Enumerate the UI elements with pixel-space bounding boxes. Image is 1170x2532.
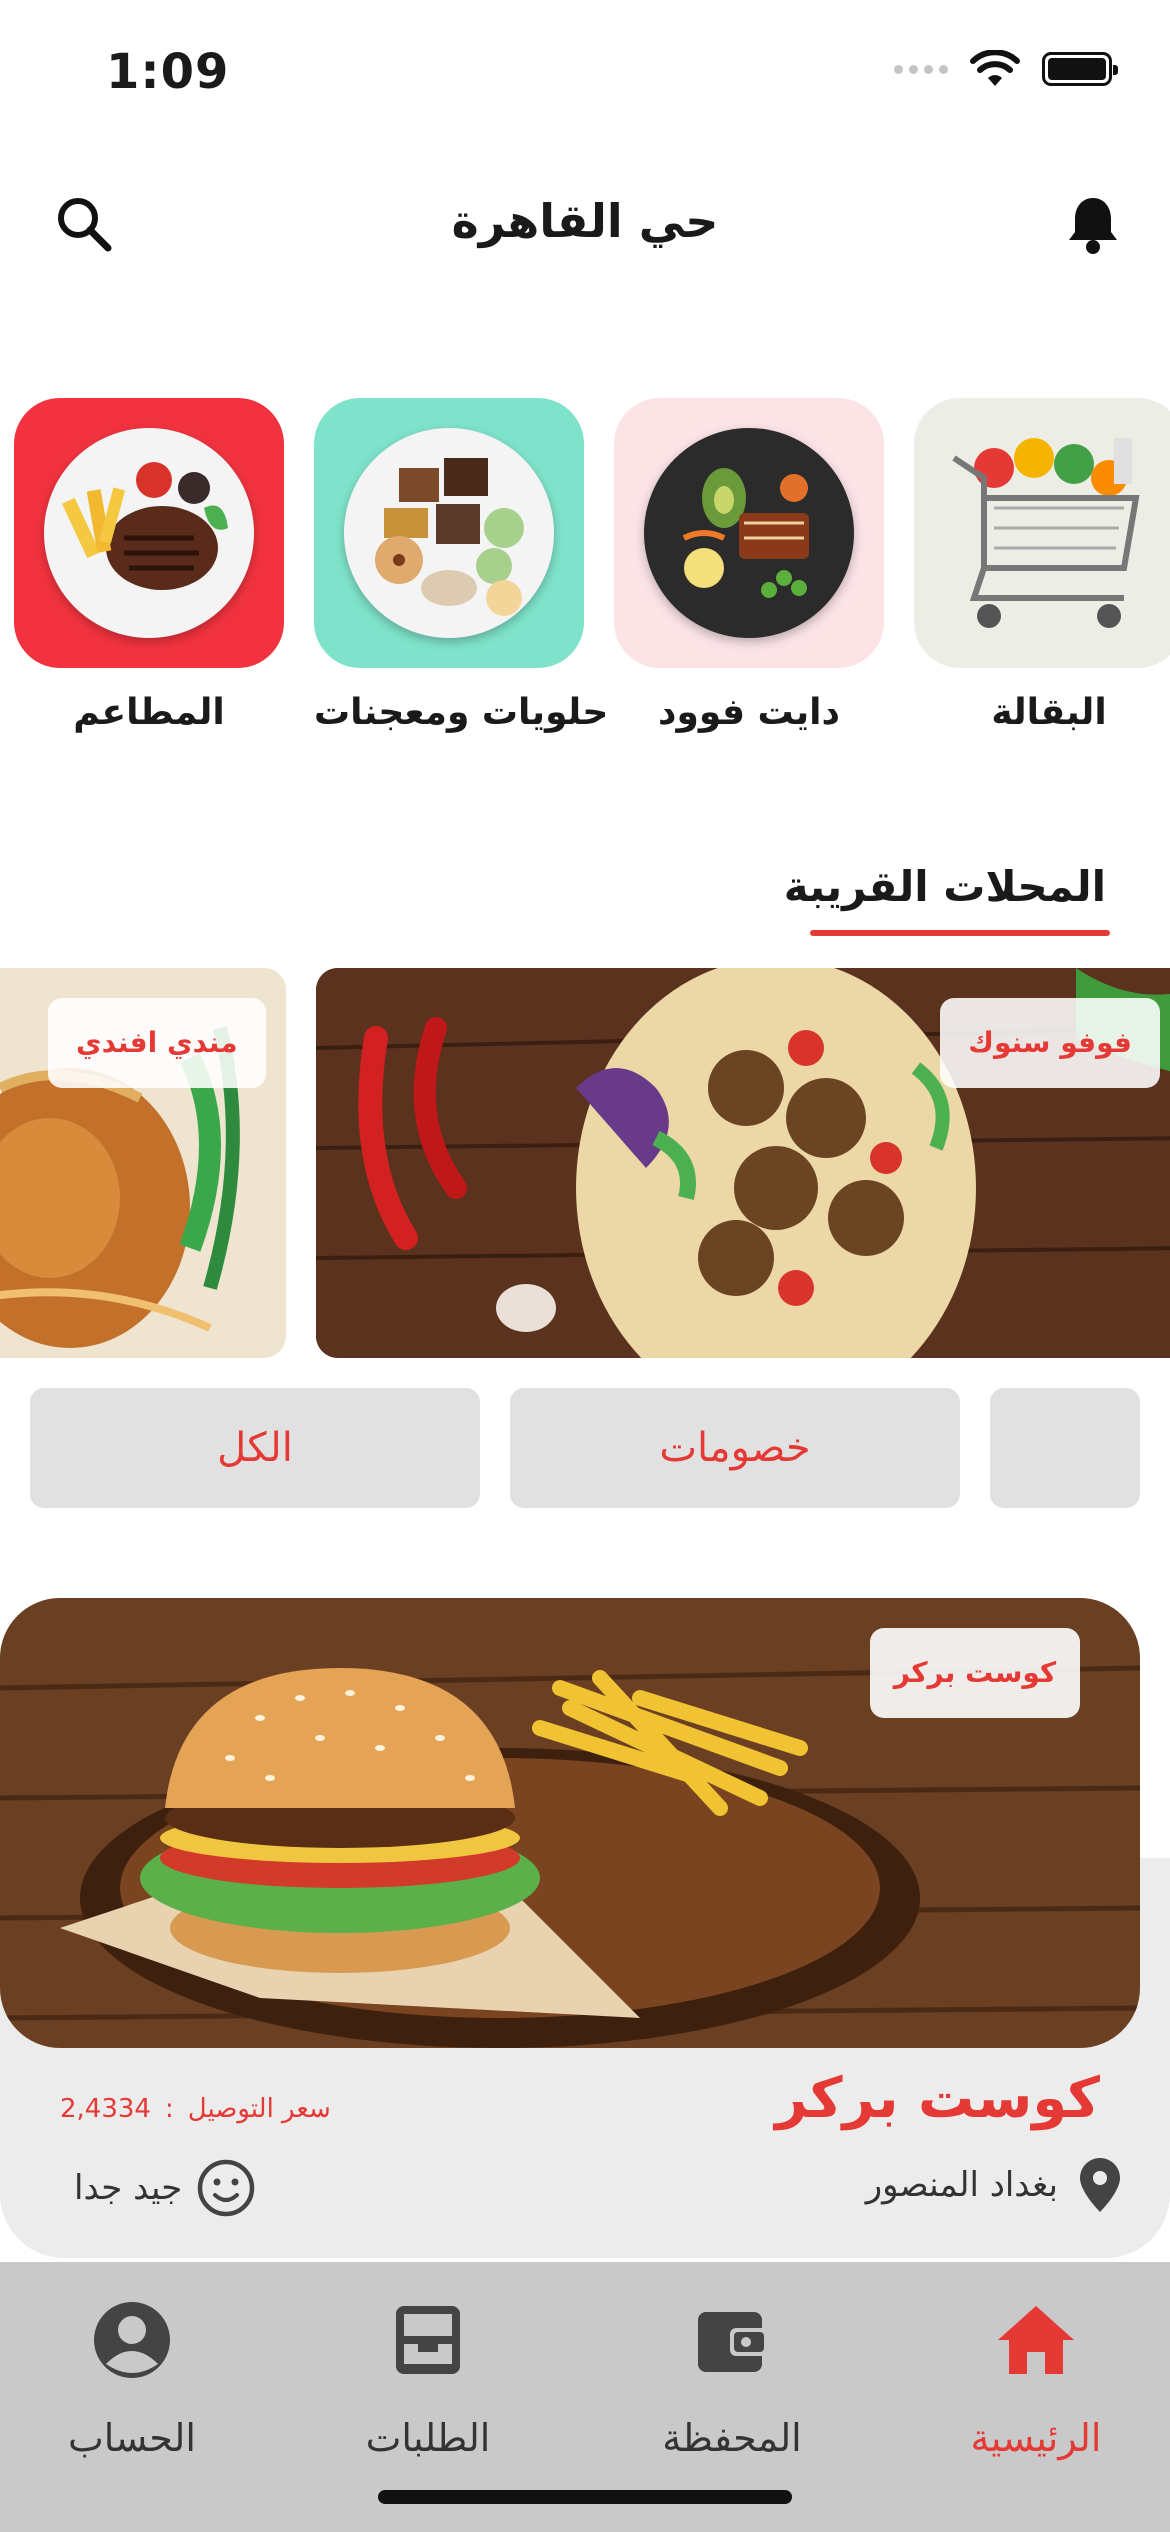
delivery-price-value: 2,4334 — [60, 2094, 151, 2124]
section-underline — [810, 930, 1110, 936]
category-label: البقالة — [991, 692, 1107, 733]
wallet-icon — [698, 2312, 768, 2372]
shopping-cart-image — [952, 438, 1140, 628]
tab-label: الرئيسية — [970, 2416, 1102, 2460]
restaurant-card[interactable]: كوست بركر كوست بركر 2,4334 : سعر التوصيل… — [0, 1598, 1170, 2258]
category-diet-food[interactable]: دايت فوود — [614, 398, 884, 733]
tab-label: الطلبات — [365, 2416, 491, 2460]
category-grocery[interactable]: البقالة — [914, 398, 1170, 733]
restaurant-location: بغداد المنصور — [866, 2158, 1120, 2212]
delivery-price-separator: : — [164, 2094, 174, 2124]
tab-orders[interactable]: الطلبات — [318, 2298, 538, 2460]
category-image — [14, 398, 284, 668]
steak-plate-image — [44, 428, 254, 638]
category-image — [314, 398, 584, 668]
page-title: حي القاهرة — [451, 194, 719, 248]
category-image — [614, 398, 884, 668]
category-image — [914, 398, 1170, 668]
sweets-plate-image — [344, 428, 554, 638]
status-icons — [894, 50, 1118, 88]
shop-name-tag: مندي افندي — [48, 998, 266, 1088]
tab-label: المحفظة — [662, 2416, 802, 2460]
wifi-icon — [970, 50, 1020, 86]
restaurant-rating: جيد جدا — [74, 2158, 256, 2218]
restaurant-name: كوست بركر — [775, 2066, 1100, 2131]
category-list: المطاعم حلويات ومعجنات دايت فوود البقالة — [0, 398, 1170, 738]
tab-home[interactable]: الرئيسية — [926, 2298, 1146, 2460]
delivery-price: 2,4334 : سعر التوصيل — [60, 2094, 331, 2124]
diet-plate-image — [644, 428, 854, 638]
filter-discounts[interactable]: خصومات — [510, 1388, 960, 1508]
bell-icon[interactable] — [1060, 192, 1126, 258]
rating-text: جيد جدا — [74, 2168, 183, 2208]
category-label: حلويات ومعجنات — [314, 692, 609, 733]
tab-label: الحساب — [68, 2416, 196, 2460]
filter-more[interactable] — [990, 1388, 1140, 1508]
tab-account[interactable]: الحساب — [22, 2298, 242, 2460]
filter-all[interactable]: الكل — [30, 1388, 480, 1508]
status-bar: 1:09 — [0, 0, 1170, 150]
location-pin-icon — [1080, 2158, 1120, 2212]
category-label: دايت فوود — [658, 692, 840, 733]
shop-card-fofo[interactable]: فوفو سنوك — [316, 968, 1170, 1358]
category-sweets[interactable]: حلويات ومعجنات — [314, 398, 609, 733]
location-text: بغداد المنصور — [865, 2165, 1058, 2205]
filter-tabs: الكل خصومات — [0, 1388, 1170, 1508]
category-restaurants[interactable]: المطاعم — [14, 398, 284, 733]
header: حي القاهرة — [0, 180, 1170, 270]
card-image: كوست بركر — [0, 1598, 1140, 2048]
card-name-tag: كوست بركر — [870, 1628, 1080, 1718]
home-screen: 1:09 حي القاهرة المطاعم حلويات ومعجنات د… — [0, 0, 1170, 2532]
smiley-face-icon — [198, 2159, 255, 2217]
account-icon — [94, 2302, 170, 2378]
battery-icon — [1042, 52, 1118, 86]
orders-icon — [396, 2306, 460, 2374]
tab-wallet[interactable]: المحفظة — [622, 2298, 842, 2460]
cellular-signal-icon — [894, 64, 948, 74]
nearby-shops-carousel[interactable]: مندي افندي فوفو سنوك — [0, 968, 1170, 1358]
home-icon — [998, 2306, 1074, 2374]
section-title-nearby: المحلات القريبة — [783, 862, 1106, 911]
delivery-price-label: سعر التوصيل — [187, 2094, 331, 2124]
shop-name-tag: فوفو سنوك — [940, 998, 1160, 1088]
shop-card-mandi[interactable]: مندي افندي — [0, 968, 286, 1358]
home-indicator — [378, 2490, 792, 2504]
category-label: المطاعم — [73, 692, 225, 733]
status-time: 1:09 — [106, 44, 230, 100]
